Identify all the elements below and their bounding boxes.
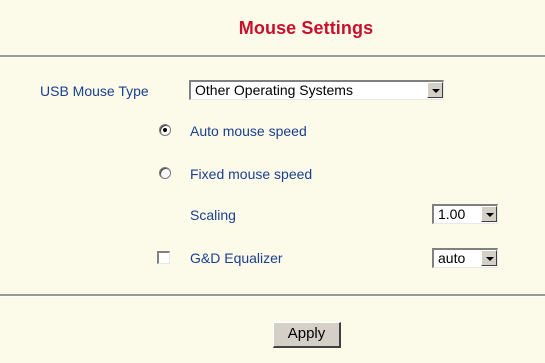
scaling-select[interactable]: 1.00 xyxy=(432,204,498,224)
auto-mouse-speed-radio[interactable] xyxy=(159,124,171,136)
radio-selected-dot xyxy=(163,128,167,132)
fixed-mouse-speed-radio[interactable] xyxy=(159,167,171,179)
gd-equalizer-value: auto xyxy=(438,250,466,266)
mouse-settings-page: Mouse Settings USB Mouse Type Other Oper… xyxy=(0,0,545,363)
usb-mouse-type-select[interactable]: Other Operating Systems xyxy=(189,80,444,100)
usb-mouse-type-label: USB Mouse Type xyxy=(40,83,149,99)
scaling-label: Scaling xyxy=(190,207,236,223)
dropdown-button[interactable] xyxy=(481,250,497,266)
chevron-down-icon xyxy=(486,257,494,261)
dropdown-button[interactable] xyxy=(481,206,497,222)
gd-equalizer-label: G&D Equalizer xyxy=(190,250,283,266)
fixed-mouse-speed-label: Fixed mouse speed xyxy=(190,166,313,182)
gd-equalizer-checkbox[interactable] xyxy=(157,251,170,264)
auto-mouse-speed-label: Auto mouse speed xyxy=(190,123,307,139)
apply-button[interactable]: Apply xyxy=(273,322,341,348)
page-title: Mouse Settings xyxy=(238,18,374,38)
chevron-down-icon xyxy=(432,89,440,93)
scaling-value: 1.00 xyxy=(438,206,466,222)
dropdown-button[interactable] xyxy=(427,82,443,98)
usb-mouse-type-value: Other Operating Systems xyxy=(195,82,353,98)
bottom-divider xyxy=(0,294,545,297)
chevron-down-icon xyxy=(486,213,494,217)
top-divider xyxy=(0,55,545,58)
gd-equalizer-select[interactable]: auto xyxy=(432,248,498,268)
